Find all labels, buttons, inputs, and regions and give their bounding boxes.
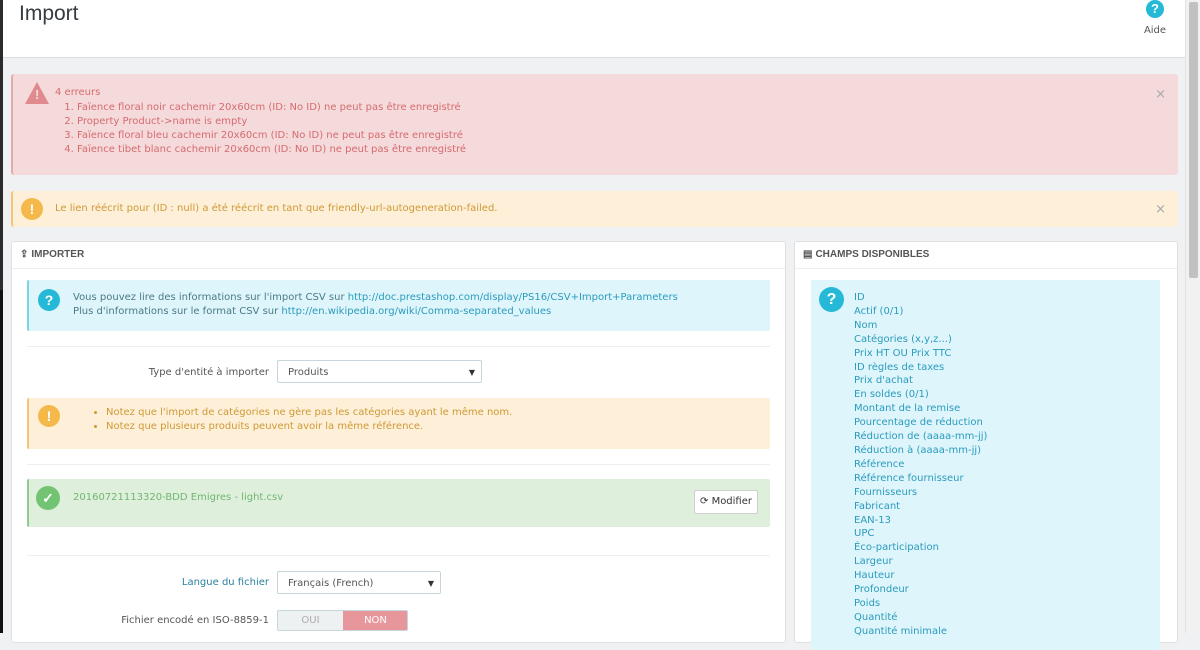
field-item: Poids [854,597,881,609]
iso-yes-option[interactable]: OUI [278,611,343,630]
scrollbar-thumb[interactable] [1189,2,1198,278]
question-icon: ? [38,289,60,311]
divider [27,555,770,556]
field-item: Prix d'achat [854,375,913,387]
field-item: Quantité [854,611,898,623]
field-item: Profondeur [854,584,909,596]
help-label: Aide [1143,25,1167,36]
field-item: ID règles de taxes [854,361,945,373]
field-item: Quantité minimale [854,625,948,637]
error-item: Faïence floral noir cachemir 20x60cm (ID… [77,101,466,115]
csv-wiki-link[interactable]: http://en.wikipedia.org/wiki/Comma-separ… [281,306,551,317]
warning-triangle-mark: ! [35,87,40,102]
available-fields-box: ? ID Actif (0/1) Nom Catégories (x,y,z..… [811,280,1160,650]
notice-item: Notez que l'import de catégories ne gère… [106,406,512,420]
upload-icon: ⇪ [20,249,29,260]
error-alert: ! 4 erreurs Faïence floral noir cachemir… [11,74,1178,175]
help-icon: ? [1146,0,1164,18]
import-notice-list: Notez que l'import de catégories ne gère… [92,406,512,434]
iso-encoding-label: Fichier encodé en ISO-8859-1 [121,615,269,626]
field-item: Prix HT OU Prix TTC [854,347,952,359]
field-item: EAN-13 [854,514,891,526]
chevron-down-icon: ▼ [427,579,434,588]
field-item: Référence fournisseur [854,472,964,484]
close-error-alert-icon[interactable]: × [1155,87,1166,102]
field-item: Référence [854,458,905,470]
chevron-down-icon: ▼ [468,368,475,377]
field-item: Fabricant [854,500,901,512]
notice-item: Notez que plusieurs produits peuvent avo… [106,420,512,434]
importer-heading: ⇪ IMPORTER [12,242,785,269]
warning-alert: ! Le lien réécrit pour (ID : null) a été… [11,191,1178,227]
divider [27,464,770,465]
exclamation-icon: ! [38,405,60,427]
importer-panel: ⇪ IMPORTER ? Vous pouvez lire des informa… [11,241,786,643]
refresh-icon: ⟳ [699,496,709,507]
field-item: Catégories (x,y,z...) [854,333,952,345]
divider [27,346,770,347]
field-item: Éco-participation [854,542,939,554]
field-item: Largeur [854,556,893,568]
error-item: Faïence tibet blanc cachemir 20x60cm (ID… [77,143,466,157]
field-item: Fournisseurs [854,486,918,498]
available-fields-list: ID Actif (0/1) Nom Catégories (x,y,z...)… [854,291,987,639]
field-item: Pourcentage de réduction [854,417,983,429]
uploaded-file-box: ✓ 20160721113320-BDD Emigres - light.csv… [27,479,770,527]
field-item: Actif (0/1) [854,305,904,317]
field-item: Hauteur [854,570,895,582]
file-language-label: Langue du fichier [181,577,269,588]
window-left-edge-dark [0,290,3,633]
entity-type-select[interactable]: Produits ▼ [277,360,482,383]
import-notice-box: ! Notez que l'import de catégories ne gè… [27,398,770,449]
error-count: 4 erreurs [55,87,101,98]
error-list: Faïence floral noir cachemir 20x60cm (ID… [55,101,466,157]
csv-info-box: ? Vous pouvez lire des informations sur … [27,280,770,331]
iso-encoding-toggle[interactable]: OUI NON [277,610,408,631]
entity-type-label: Type d'entité à importer [148,367,269,378]
field-item: Réduction à (aaaa-mm-jj) [854,444,982,456]
field-item: Réduction de (aaaa-mm-jj) [854,431,988,443]
help-button[interactable]: ? Aide [1135,0,1175,40]
warning-text: Le lien réécrit pour (ID : null) a été r… [55,203,498,214]
error-item: Faïence floral bleu cachemir 20x60cm (ID… [77,129,466,143]
available-fields-heading: ▤ CHAMPS DISPONIBLES [795,242,1177,269]
field-item: UPC [854,528,875,540]
file-language-select[interactable]: Français (French) ▼ [277,571,441,594]
page-title: Import [19,2,79,25]
close-warning-alert-icon[interactable]: × [1155,202,1166,217]
iso-no-option[interactable]: NON [343,611,407,630]
csv-doc-link[interactable]: http://doc.prestashop.com/display/PS16/C… [348,292,678,303]
question-icon: ? [819,287,844,312]
page-header: Import ? Aide [3,0,1186,58]
modify-file-button[interactable]: ⟳ Modifier [694,490,758,514]
uploaded-file-name: 20160721113320-BDD Emigres - light.csv [73,492,284,503]
check-icon: ✓ [36,486,60,510]
page-scrollbar[interactable] [1185,0,1200,633]
field-item: ID [854,292,865,303]
available-fields-panel: ▤ CHAMPS DISPONIBLES ? ID Actif (0/1) Nom… [794,241,1178,650]
exclamation-icon: ! [21,198,43,220]
field-item: Nom [854,319,878,331]
list-icon: ▤ [803,249,813,260]
field-item: Montant de la remise [854,403,961,415]
field-item: En soldes (0/1) [854,389,929,401]
error-item: Property Product->name is empty [77,115,466,129]
csv-info-text: Vous pouvez lire des informations sur l'… [73,292,678,317]
